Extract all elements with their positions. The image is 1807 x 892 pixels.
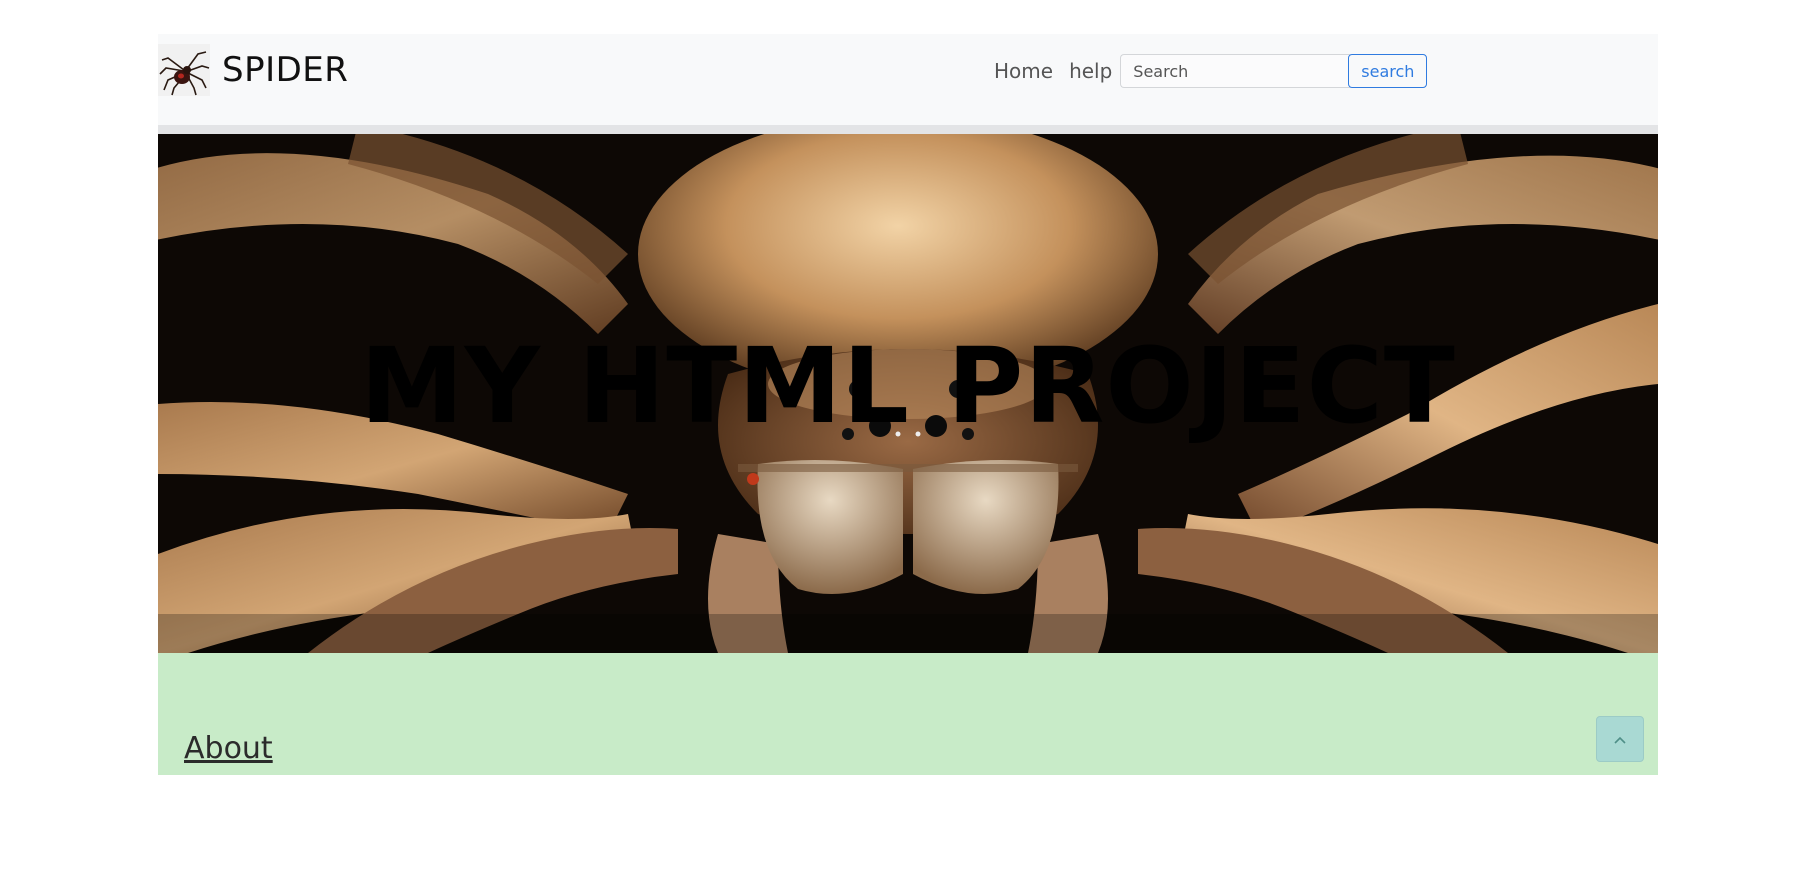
main-container: SPIDER Home help search	[158, 34, 1658, 775]
page: SPIDER Home help search	[0, 0, 1807, 892]
hero-title: MY HTML PROJECT	[360, 325, 1456, 447]
search-button[interactable]: search	[1348, 54, 1428, 88]
scroll-top-button[interactable]	[1596, 716, 1644, 762]
hero-banner: MY HTML PROJECT	[158, 134, 1658, 653]
navbar: SPIDER Home help search	[158, 34, 1658, 125]
nav-link-help[interactable]: help	[1069, 59, 1112, 83]
chevron-up-icon	[1613, 730, 1627, 749]
brand-name: SPIDER	[222, 50, 349, 90]
spider-logo-icon	[158, 44, 210, 96]
about-link[interactable]: About	[184, 731, 273, 766]
search-input[interactable]	[1120, 54, 1351, 88]
nav-link-home[interactable]: Home	[994, 59, 1053, 83]
about-section: About	[158, 653, 1658, 775]
nav-links: Home help search	[994, 53, 1428, 89]
brand[interactable]: SPIDER	[158, 44, 348, 96]
navbar-divider	[158, 125, 1658, 134]
